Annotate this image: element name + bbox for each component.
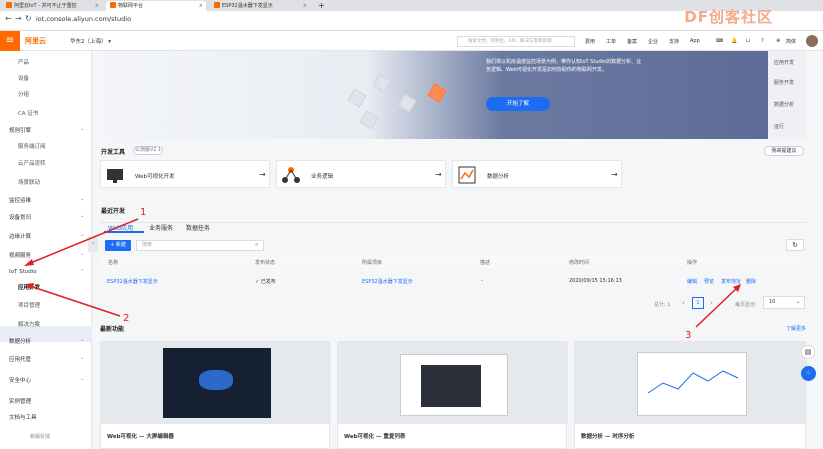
annotation-label-3: 3 [685, 330, 692, 341]
annotation-arrow-1 [27, 218, 139, 265]
annotation-arrow-3 [695, 286, 739, 328]
annotation-arrow-2 [29, 285, 121, 317]
annotation-label-1: 1 [140, 207, 147, 218]
annotation-label-2: 2 [123, 313, 130, 324]
annotation-arrowhead-1 [24, 259, 34, 266]
annotation-overlay [24, 218, 741, 328]
